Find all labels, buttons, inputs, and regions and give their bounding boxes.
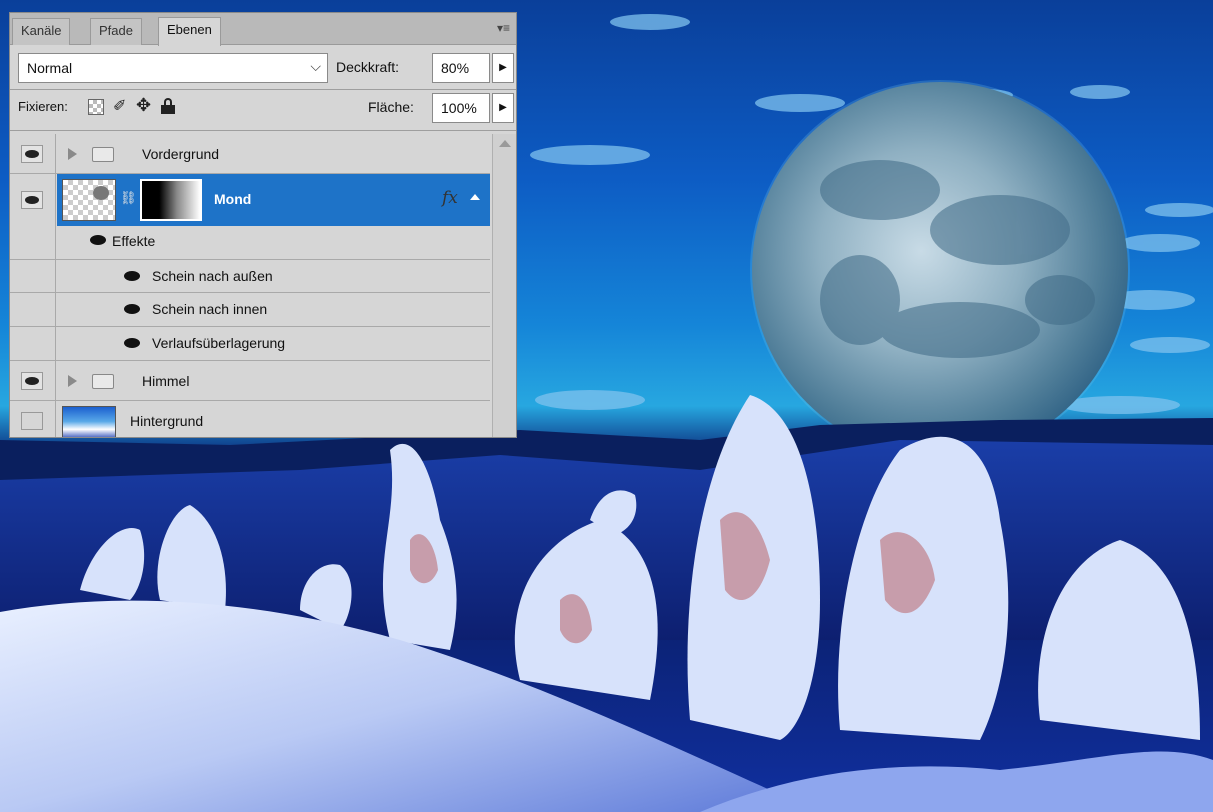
layer-row-himmel[interactable]: Himmel xyxy=(10,361,490,401)
tab-ebenen[interactable]: Ebenen xyxy=(158,17,221,46)
visibility-toggle[interactable] xyxy=(10,134,56,173)
visibility-toggle[interactable] xyxy=(10,401,56,437)
fx-icon[interactable]: fx xyxy=(442,188,458,208)
layers-list: Vordergrund ⛓ Mond fx Effekte Schein nac… xyxy=(10,134,516,437)
effect-name: Schein nach innen xyxy=(152,301,268,317)
collapse-effects-icon[interactable] xyxy=(470,194,480,200)
expand-arrow-icon[interactable] xyxy=(68,148,77,160)
blend-mode-select[interactable]: Normal ⌵ xyxy=(18,53,328,83)
eye-icon[interactable] xyxy=(124,338,140,348)
brush-icon[interactable]: ✐ xyxy=(113,96,126,116)
eyebox-spacer xyxy=(10,327,56,360)
fill-value: 100% xyxy=(441,100,477,116)
eyebox-spacer xyxy=(10,260,56,292)
transparency-lock-icon[interactable] xyxy=(88,99,104,115)
moon xyxy=(750,80,1130,460)
layer-mask-thumbnail[interactable] xyxy=(140,179,202,221)
lock-label: Fixieren: xyxy=(18,99,68,114)
expand-arrow-icon[interactable] xyxy=(68,375,77,387)
layer-row-mond[interactable]: ⛓ Mond fx xyxy=(10,174,490,226)
eye-icon xyxy=(21,371,43,390)
panel-tab-bar: Kanäle Pfade Ebenen ▾≡ xyxy=(10,13,516,46)
folder-icon xyxy=(92,147,114,162)
fill-slider-toggle[interactable]: ▶ xyxy=(492,93,514,123)
opacity-value: 80% xyxy=(441,60,470,76)
layer-name: Himmel xyxy=(142,373,190,389)
layer-name: Hintergrund xyxy=(130,413,204,429)
eye-icon[interactable] xyxy=(90,235,106,245)
layer-row-hintergrund[interactable]: Hintergrund xyxy=(10,401,490,437)
visibility-toggle[interactable] xyxy=(10,174,56,226)
divider xyxy=(10,89,516,90)
lock-icon[interactable] xyxy=(161,98,175,114)
effect-row-outer-glow[interactable]: Schein nach außen xyxy=(10,260,490,293)
tab-label: Pfade xyxy=(99,23,133,38)
opacity-label: Deckkraft: xyxy=(336,59,400,75)
effect-row-inner-glow[interactable]: Schein nach innen xyxy=(10,293,490,327)
opacity-slider-toggle[interactable]: ▶ xyxy=(492,53,514,83)
tab-pfade[interactable]: Pfade xyxy=(90,18,142,45)
tab-label: Ebenen xyxy=(167,22,212,37)
effects-label: Effekte xyxy=(112,233,156,249)
eye-icon[interactable] xyxy=(124,271,140,281)
effects-header-row[interactable]: Effekte xyxy=(10,226,490,260)
fill-label: Fläche: xyxy=(368,99,414,115)
panel-menu-icon[interactable]: ▾≡ xyxy=(497,21,510,35)
visibility-toggle[interactable] xyxy=(10,361,56,400)
link-icon[interactable]: ⛓ xyxy=(120,190,137,206)
layers-panel: Kanäle Pfade Ebenen ▾≡ Normal ⌵ Deckkraf… xyxy=(9,12,517,438)
effect-row-gradient-overlay[interactable]: Verlaufsüberlagerung xyxy=(10,327,490,361)
eye-icon xyxy=(21,144,43,163)
opacity-input[interactable]: 80% xyxy=(432,53,490,83)
blend-row: Normal ⌵ Deckkraft: 80% ▶ xyxy=(18,53,514,83)
layer-name: Mond xyxy=(214,191,252,207)
chevron-down-icon: ⌵ xyxy=(310,58,321,74)
divider xyxy=(10,130,516,131)
effect-name: Schein nach außen xyxy=(152,268,273,284)
tab-label: Kanäle xyxy=(21,23,62,38)
layer-thumbnail[interactable] xyxy=(62,179,116,221)
eye-icon[interactable] xyxy=(124,304,140,314)
layer-name: Vordergrund xyxy=(142,146,220,162)
tab-kanaele[interactable]: Kanäle xyxy=(12,18,71,45)
eyebox-spacer xyxy=(10,293,56,326)
eye-icon xyxy=(21,191,43,209)
fill-input[interactable]: 100% xyxy=(432,93,490,123)
layers-scrollbar[interactable] xyxy=(492,134,516,437)
eyebox-spacer xyxy=(10,226,56,259)
folder-icon xyxy=(92,374,114,389)
scroll-up-icon[interactable] xyxy=(499,140,511,147)
layer-thumbnail[interactable] xyxy=(62,406,116,437)
move-icon[interactable]: ✥ xyxy=(136,95,151,116)
lock-row: Fixieren: ✐ ✥ Fläche: 100% ▶ xyxy=(18,93,514,123)
blend-mode-value: Normal xyxy=(27,60,73,76)
effect-name: Verlaufsüberlagerung xyxy=(152,335,286,351)
hidden-eye-slot xyxy=(21,412,43,430)
layer-row-vordergrund[interactable]: Vordergrund xyxy=(10,134,490,174)
